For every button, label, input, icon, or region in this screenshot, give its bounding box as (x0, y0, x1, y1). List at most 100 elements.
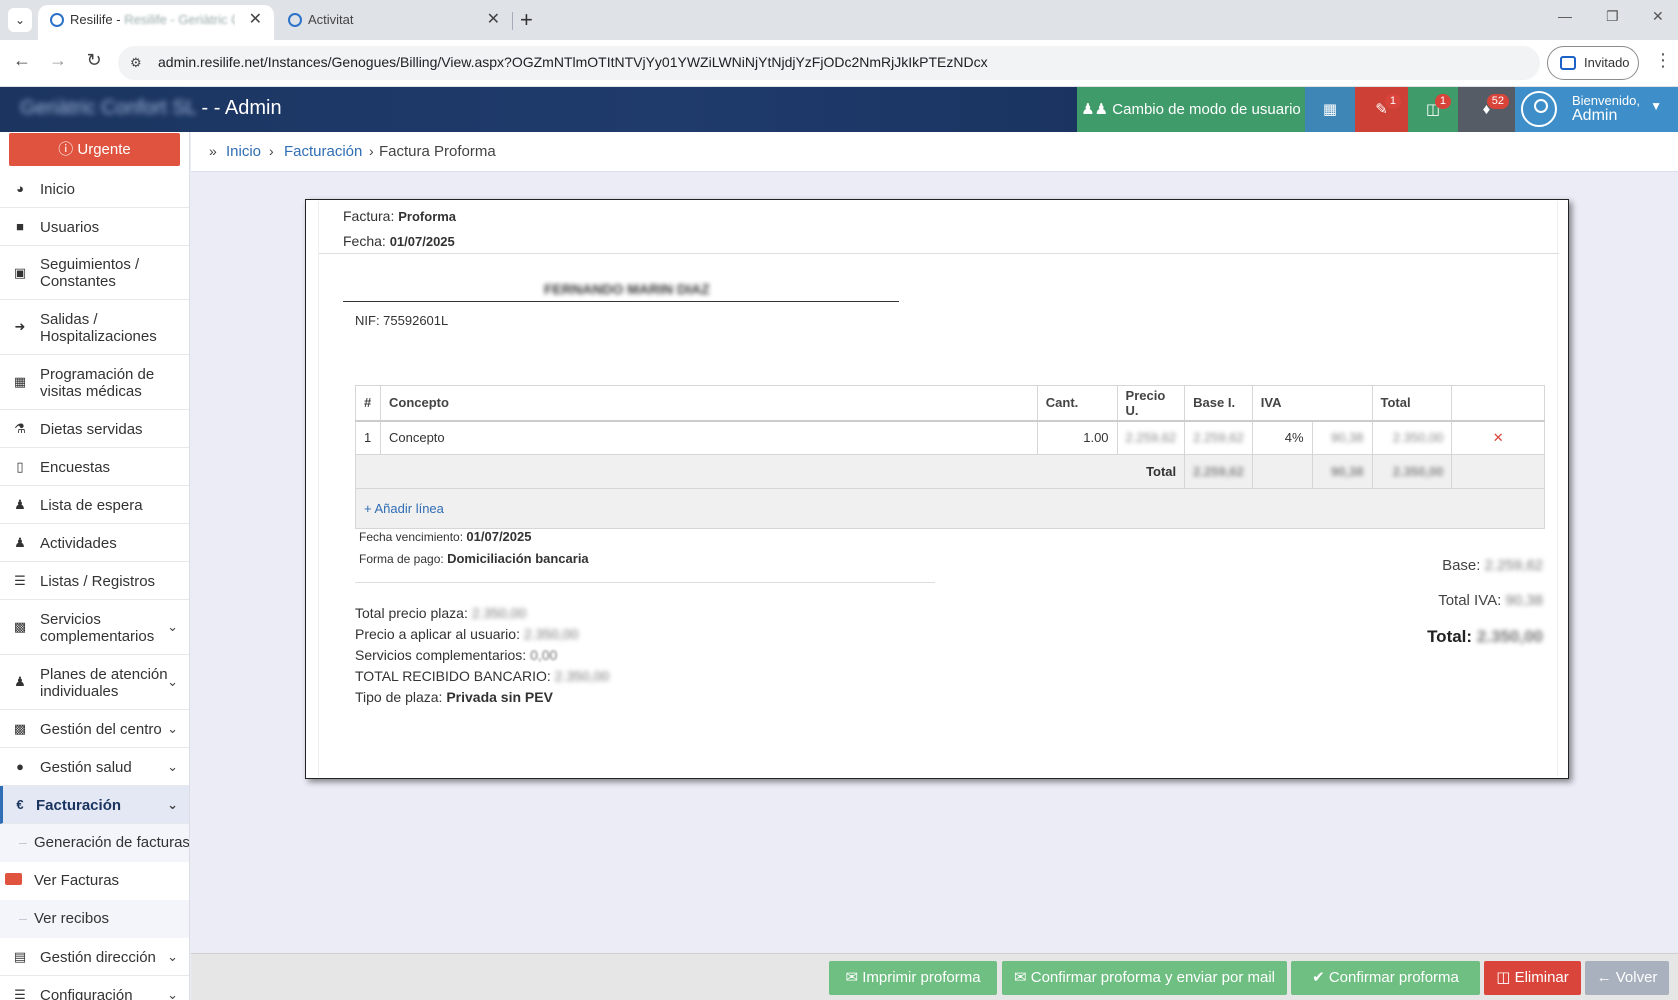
sidebar-item-gestion-centro[interactable]: ▩ Gestión del centro ⌄ (0, 710, 189, 748)
client-name: FERNANDO MARIN DIAZ (544, 281, 710, 297)
sidebar-item-gestion-direccion[interactable]: ▤ Gestión dirección ⌄ (0, 938, 189, 976)
total-value: 0,00 (530, 647, 558, 663)
breadcrumb-inicio[interactable]: Inicio (226, 143, 261, 160)
new-tab-plus-icon[interactable]: + (520, 6, 533, 34)
url-text[interactable]: admin.resilife.net/Instances/Genogues/Bi… (158, 54, 988, 70)
button-label: Confirmar proforma y enviar por mail (1030, 969, 1275, 986)
breadcrumb-facturacion[interactable]: Facturación (284, 143, 362, 160)
back-arrow-icon[interactable]: ← (10, 50, 34, 71)
line-concepto[interactable]: Concepto (379, 420, 1038, 455)
client-nif: NIF: 75592601L (355, 313, 449, 328)
kebab-menu-icon[interactable]: ⋮ (1654, 50, 1672, 71)
minimize-icon[interactable]: — (1558, 8, 1572, 24)
sidebar-item-label: Lista de espera (40, 497, 143, 514)
column-header: Concepto (379, 385, 1038, 422)
sidebar-item-visitas[interactable]: ▦ Programación de visitas médicas (0, 355, 189, 410)
delete-button[interactable]: ◫ Eliminar (1484, 961, 1581, 995)
sidebar-subitem-ver-facturas[interactable]: Ver Facturas (0, 862, 189, 900)
urgent-button[interactable]: ⓘ Urgente (9, 133, 180, 166)
calendar-icon: ▦ (13, 374, 27, 389)
change-user-mode-button[interactable]: ♟♟ Cambio de modo de usuario (1077, 87, 1305, 132)
tipo-plaza: Tipo de plaza: Privada sin PEV (355, 689, 553, 705)
confirm-proforma-button[interactable]: ✔ Confirmar proforma (1291, 961, 1480, 995)
tab-search-chevron-icon[interactable]: ⌄ (8, 8, 32, 32)
calendar-button[interactable]: ▦ (1305, 87, 1355, 132)
sidebar-item-gestion-salud[interactable]: ● Gestión salud ⌄ (0, 748, 189, 786)
forward-arrow-icon[interactable]: → (46, 50, 70, 71)
delete-line-icon[interactable]: ✕ (1451, 420, 1545, 455)
sidebar-item-servicios[interactable]: ▩ Servicios complementarios ⌄ (0, 600, 189, 655)
sidebar-item-inicio[interactable]: ◕ Inicio (0, 170, 189, 208)
tab-resilife[interactable]: Resilife - Resilife - Geriàtric Confort … (38, 5, 274, 40)
chevron-down-icon: ⌄ (167, 759, 178, 774)
reload-icon[interactable]: ↻ (82, 50, 106, 71)
avatar-icon (1521, 91, 1557, 127)
sidebar-item-seguimientos[interactable]: ▣ Seguimientos / Constantes (0, 246, 189, 300)
table-total-row: Total 2.259,62 90,38 2.350,00 (354, 454, 1545, 489)
column-header: Base I. (1184, 385, 1253, 422)
sidebar-item-configuracion[interactable]: ☰ Configuración ⌄ (0, 976, 189, 1000)
envelope-icon: ✉ (1014, 969, 1031, 986)
sidebar-item-label: Usuarios (40, 219, 100, 236)
sidebar-subitem-label: Ver recibos (34, 910, 110, 927)
site-info-icon[interactable]: ⚙ (130, 55, 142, 71)
line-precio[interactable]: 2.259,62 (1126, 430, 1177, 445)
button-label: Imprimir proforma (862, 969, 981, 986)
sidebar-item-encuestas[interactable]: ▯ Encuestas (0, 448, 189, 486)
breadcrumb: » Inicio › Facturación › Factura Proform… (191, 132, 1678, 172)
sidebar-item-planes[interactable]: ♟ Planes de atención individuales ⌄ (0, 655, 189, 710)
excel-button[interactable]: ◫ 1 (1408, 87, 1458, 132)
confirm-and-mail-button[interactable]: ✉ Confirmar proforma y enviar por mail (1002, 961, 1287, 995)
tab-title: Activitat (308, 12, 354, 27)
tab-separator (512, 12, 513, 30)
sidebar-item-usuarios[interactable]: ■ Usuarios (0, 208, 189, 246)
tab-title-prefix: Resilife - (70, 12, 125, 27)
sidebar-subitem-generacion[interactable]: Generación de facturas (0, 824, 190, 862)
sidebar-item-label: Dietas servidas (40, 421, 143, 438)
sidebar-item-lista-espera[interactable]: ♟ Lista de espera (0, 486, 189, 524)
user-menu[interactable]: Bienvenido, Admin ▼ (1515, 87, 1678, 132)
restore-icon[interactable]: ❐ (1606, 8, 1619, 25)
sidebar-subitem-ver-recibos[interactable]: Ver recibos (0, 900, 189, 938)
excel-badge: 1 (1434, 94, 1451, 109)
pago-value: Domiciliación bancaria (447, 551, 589, 566)
users-icon: ♟ (14, 535, 26, 550)
plus-icon: + (364, 501, 375, 516)
pago-label: Forma de pago: (359, 552, 444, 566)
sidebar-item-listas[interactable]: ☰ Listas / Registros (0, 562, 189, 600)
notifications-button[interactable]: ♦ 52 (1458, 87, 1515, 132)
address-bar[interactable]: ⚙ admin.resilife.net/Instances/Genogues/… (118, 46, 1540, 80)
sidebar-item-dietas[interactable]: ⚗ Dietas servidas (0, 410, 189, 448)
print-proforma-button[interactable]: ✉ Imprimir proforma (829, 961, 997, 995)
tab-activitat[interactable]: Activitat ✕ (276, 5, 512, 40)
profile-label: Invitado (1584, 55, 1630, 70)
vencimiento-field: Fecha vencimiento: 01/07/2025 (359, 529, 531, 544)
tab-close-icon[interactable]: ✕ (487, 5, 500, 35)
sidebar-item-facturacion[interactable]: € Facturación ⌄ (0, 786, 189, 824)
sign-out-icon: ➜ (14, 319, 26, 334)
documents-button[interactable]: ✎ 1 (1355, 87, 1408, 132)
fecha-label: Fecha: (343, 233, 386, 249)
tab-close-icon[interactable]: ✕ (249, 5, 262, 35)
total-label: Servicios complementarios: (355, 647, 527, 663)
close-window-icon[interactable]: ✕ (1652, 8, 1664, 25)
address-book-icon: ■ (16, 219, 24, 234)
back-button[interactable]: ← Volver (1585, 961, 1669, 995)
profile-button[interactable]: Invitado (1547, 46, 1639, 80)
total-row-base: 2.259,62 (1193, 464, 1244, 479)
fecha-value: 01/07/2025 (389, 234, 455, 249)
summary-total: Total: 2.350,00 (1427, 627, 1543, 647)
line-iva-pct[interactable]: 4% (1251, 420, 1313, 455)
sidebar-item-salidas[interactable]: ➜ Salidas / Hospitalizaciones (0, 300, 189, 355)
tree-connector (19, 919, 27, 920)
sidebar-subitem-label: Generación de facturas (34, 834, 190, 851)
chevron-right-icon: › (369, 143, 374, 159)
sidebar-item-label: Gestión del centro (40, 721, 162, 738)
line-cantidad[interactable]: 1.00 (1036, 420, 1118, 455)
sidebar-item-actividades[interactable]: ♟ Actividades (0, 524, 189, 562)
summary-iva: Total IVA: 90,38 (1438, 592, 1543, 609)
total-label: Total precio plaza: (355, 605, 468, 621)
add-line-link[interactable]: + Añadir línea (364, 501, 444, 516)
app-brand: Geriàtric Confort SL - - Admin (20, 97, 282, 120)
calendar-icon: ▦ (1322, 101, 1338, 118)
